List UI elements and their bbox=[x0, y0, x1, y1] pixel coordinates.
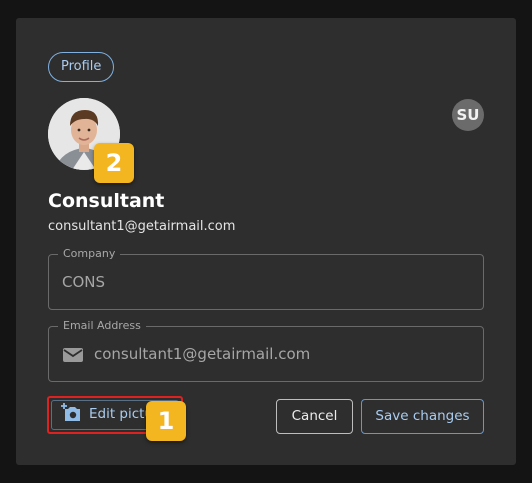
user-avatar[interactable]: SU bbox=[452, 99, 484, 131]
user-name: Consultant bbox=[48, 190, 165, 212]
email-field-label: Email Address bbox=[58, 319, 146, 332]
user-email: consultant1@getairmail.com bbox=[48, 219, 236, 234]
callout-badge-2: 2 bbox=[94, 143, 134, 183]
add-photo-icon bbox=[61, 403, 80, 421]
cancel-button[interactable]: Cancel bbox=[276, 399, 353, 434]
company-field[interactable]: Company CONS bbox=[48, 247, 484, 310]
company-field-label: Company bbox=[58, 247, 121, 260]
profile-chip[interactable]: Profile bbox=[48, 52, 115, 82]
email-field-value[interactable]: consultant1@getairmail.com bbox=[94, 345, 310, 363]
profile-dialog: Profile SU Consultant consultant1@getair… bbox=[16, 18, 516, 465]
save-changes-button[interactable]: Save changes bbox=[361, 399, 484, 434]
company-field-value[interactable]: CONS bbox=[62, 273, 105, 291]
callout-badge-1: 1 bbox=[146, 401, 186, 441]
mail-icon bbox=[63, 348, 83, 362]
email-field[interactable]: Email Address consultant1@getairmail.com bbox=[48, 319, 484, 382]
